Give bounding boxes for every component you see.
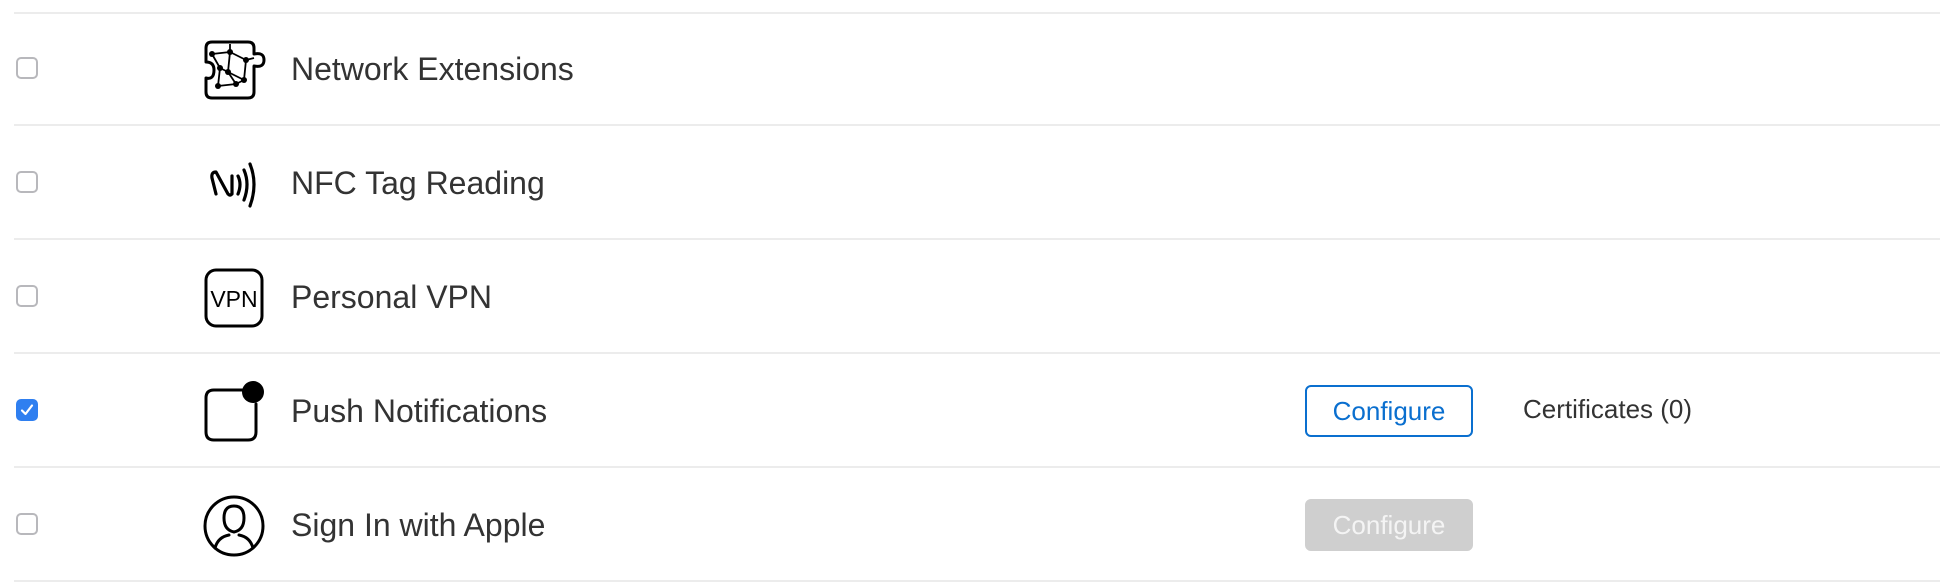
capability-label: Sign In with Apple [291, 507, 546, 543]
checkmark-icon [20, 404, 34, 416]
capability-label: Network Extensions [291, 51, 574, 87]
checkbox-personal-vpn[interactable] [16, 285, 38, 307]
capability-row-network-extensions: Network Extensions [14, 14, 1940, 126]
configure-button-push-notifications[interactable]: Configure [1305, 385, 1473, 437]
vpn-icon: VPN [204, 268, 264, 328]
person-icon [203, 495, 265, 557]
nfc-icon [210, 162, 256, 208]
capability-row-sign-in-with-apple: Sign In with Apple Configure [14, 470, 1940, 582]
capability-row-nfc-tag-reading: NFC Tag Reading [14, 128, 1940, 240]
checkbox-network-extensions[interactable] [16, 57, 38, 79]
network-extensions-icon [204, 40, 266, 100]
configure-button-sign-in-with-apple[interactable]: Configure [1305, 499, 1473, 551]
capability-label: Personal VPN [291, 279, 492, 315]
capabilities-list: Network Extensions NFC Tag Reading VPN P… [0, 0, 1940, 588]
vpn-icon-text: VPN [210, 286, 257, 312]
capability-row-personal-vpn: VPN Personal VPN [14, 242, 1940, 354]
checkbox-nfc-tag-reading[interactable] [16, 171, 38, 193]
capability-row-push-notifications: Push Notifications Configure Certificate… [14, 356, 1940, 468]
push-notification-icon [204, 381, 264, 442]
capability-label: NFC Tag Reading [291, 165, 545, 201]
capability-label: Push Notifications [291, 393, 548, 429]
certificates-link[interactable]: Certificates (0) [1523, 393, 1692, 425]
checkbox-push-notifications[interactable] [16, 399, 38, 421]
checkbox-sign-in-with-apple[interactable] [16, 513, 38, 535]
